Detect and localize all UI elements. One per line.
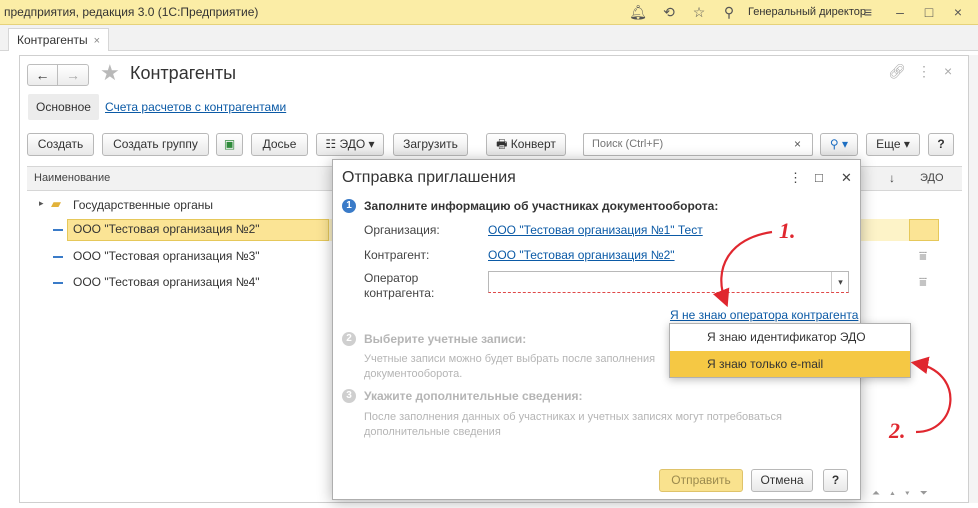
annotation-label-2: 2. [889, 418, 906, 443]
annotation-arrow-1 [712, 230, 773, 308]
annotation-arrow-2 [910, 356, 952, 434]
annotation-arrows [712, 230, 952, 434]
annotation-label-1: 1. [779, 218, 796, 243]
